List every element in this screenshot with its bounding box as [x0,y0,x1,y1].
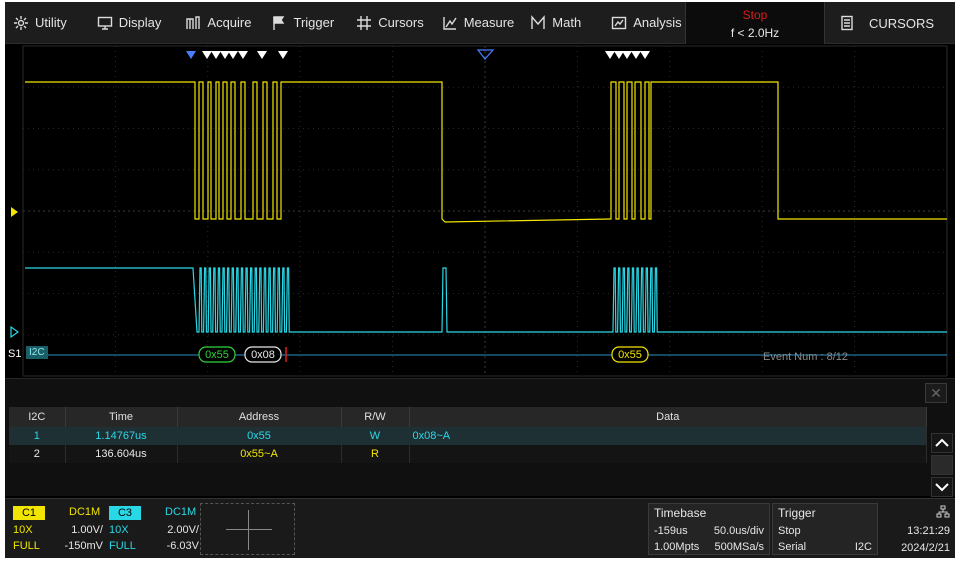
timebase-scale: 50.0us/div [713,525,764,537]
channel-3-probe: 10X [109,524,129,536]
trigger-type: Serial [778,541,807,553]
chevron-up-icon [935,438,949,447]
clock-date: 2024/2/21 [901,542,950,554]
channel-1-info[interactable]: C1 DC1M 10X 1.00V/ FULL -150mV [9,503,105,555]
decode-list-panel: ✕ I2C Time Address R/W Data 1 1.14767us … [5,378,955,497]
row-data: 0x08~A [409,427,927,445]
row-time: 1.14767us [65,427,178,445]
channel-3-bandwidth: FULL [109,540,136,552]
channel-1-scale: 1.00V/ [71,524,103,536]
sample-rate: 500MSa/s [714,541,764,553]
channel-1-bandwidth: FULL [13,540,40,552]
event-marker-icon [622,51,632,59]
channel-1-waveform [25,81,947,223]
row-address: 0x55~A [177,445,342,463]
event-marker-icon [228,51,238,59]
channel-3-info[interactable]: C3 DC1M 10X 2.00V/ FULL -6.03V [105,503,199,555]
timebase-row-2: 1.00Mpts 500MSa/s [654,541,764,555]
channel-1-probe: 10X [13,524,33,536]
row-address: 0x55 [177,427,342,445]
channel-1-tag: C1 [13,506,45,520]
event-marker-icon [257,51,267,59]
channel-3-row-scale: 10X 2.00V/ [109,524,199,538]
bus-protocol-badge[interactable]: I2C [26,346,48,359]
header-i2c: I2C [9,407,66,427]
row-index: 2 [9,445,66,463]
bus-frame-label: 0x08 [251,349,275,361]
oscilloscope-screen: Utility Display Acquire Trigger Cursors … [5,2,955,558]
bus-frame-label: 0x55 [205,349,229,361]
add-channel-button[interactable] [200,503,295,555]
channel-1-row-offset: FULL -150mV [13,540,103,554]
timebase-panel[interactable]: Timebase -159us 50.0us/div 1.00Mpts 500M… [648,503,770,555]
decode-table-header: I2C Time Address R/W Data [9,407,927,427]
header-time: Time [65,407,178,427]
trigger-row-1: Stop [778,525,872,539]
trigger-source: I2C [854,541,872,553]
header-data: Data [409,407,927,427]
header-address: Address [177,407,342,427]
row-data [409,445,927,463]
plus-icon [226,529,272,530]
event-marker-icon [220,51,230,59]
bus-frame[interactable]: 0x55 [198,346,236,363]
network-icon [936,505,950,518]
bus-frame[interactable]: 0x08 [244,346,282,363]
channel-3-offset-marker[interactable] [10,325,20,339]
event-marker-icon [211,51,221,59]
trigger-row-2: Serial I2C [778,541,872,555]
channel-3-coupling: DC1M [165,506,197,518]
table-row[interactable]: 1 1.14767us 0x55 W 0x08~A [9,427,927,445]
decode-event-markers [186,51,650,59]
row-time: 136.604us [65,445,178,463]
bottom-status-bar: C1 DC1M 10X 1.00V/ FULL -150mV C3 DC1M 1… [5,498,955,558]
event-marker-icon [631,51,641,59]
channel-3-scale: 2.00V/ [167,524,199,536]
event-marker-icon [238,51,248,59]
event-marker-icon [640,51,650,59]
row-index: 1 [9,427,66,445]
scroll-down-button[interactable] [931,477,953,497]
channel-3-row-offset: FULL -6.03V [109,540,199,554]
graticule [22,45,948,377]
clock-time: 13:21:29 [907,525,950,537]
memory-depth: 1.00Mpts [654,541,700,553]
scroll-thumb[interactable] [931,455,953,475]
channel-3-tag: C3 [109,506,141,520]
header-rw: R/W [341,407,410,427]
channel-1-offset-marker[interactable] [11,207,18,217]
event-number-readout: Event Num : 8/12 [763,351,848,363]
event-marker-icon [614,51,624,59]
bus-id-label: S1 [8,348,22,360]
chevron-down-icon [935,483,949,492]
channel-1-offset: -150mV [64,540,103,552]
clock-panel: 13:21:29 2024/2/21 [882,503,952,555]
channel-1-row-scale: 10X 1.00V/ [13,524,103,538]
decode-table: I2C Time Address R/W Data 1 1.14767us 0x… [9,407,927,463]
channel-1-coupling: DC1M [69,506,101,518]
bus-frame-label: 0x55 [618,349,642,361]
waveform-display[interactable]: 0x55 0x08 0x55 [5,2,955,378]
row-rw: R [341,445,410,463]
event-marker-icon [202,51,212,59]
channel-3-offset: -6.03V [166,540,199,552]
trigger-title: Trigger [778,506,816,520]
event-marker-icon [186,51,196,59]
bus-frame[interactable]: 0x55 [611,346,649,363]
scroll-up-button[interactable] [931,433,953,453]
timebase-delay: -159us [654,525,688,537]
timebase-row-1: -159us 50.0us/div [654,525,764,539]
event-marker-icon [605,51,615,59]
channel-3-waveform [25,267,947,333]
row-rw: W [341,427,410,445]
trigger-panel[interactable]: Trigger Stop Serial I2C [772,503,878,555]
timebase-title: Timebase [654,506,707,520]
event-marker-icon [278,51,288,59]
close-decode-list-button[interactable]: ✕ [925,383,947,403]
table-row[interactable]: 2 136.604us 0x55~A R [9,445,927,463]
trigger-mode: Stop [778,525,801,537]
plus-icon-vertical [248,510,249,550]
decode-list-scroll-controls [929,407,955,497]
